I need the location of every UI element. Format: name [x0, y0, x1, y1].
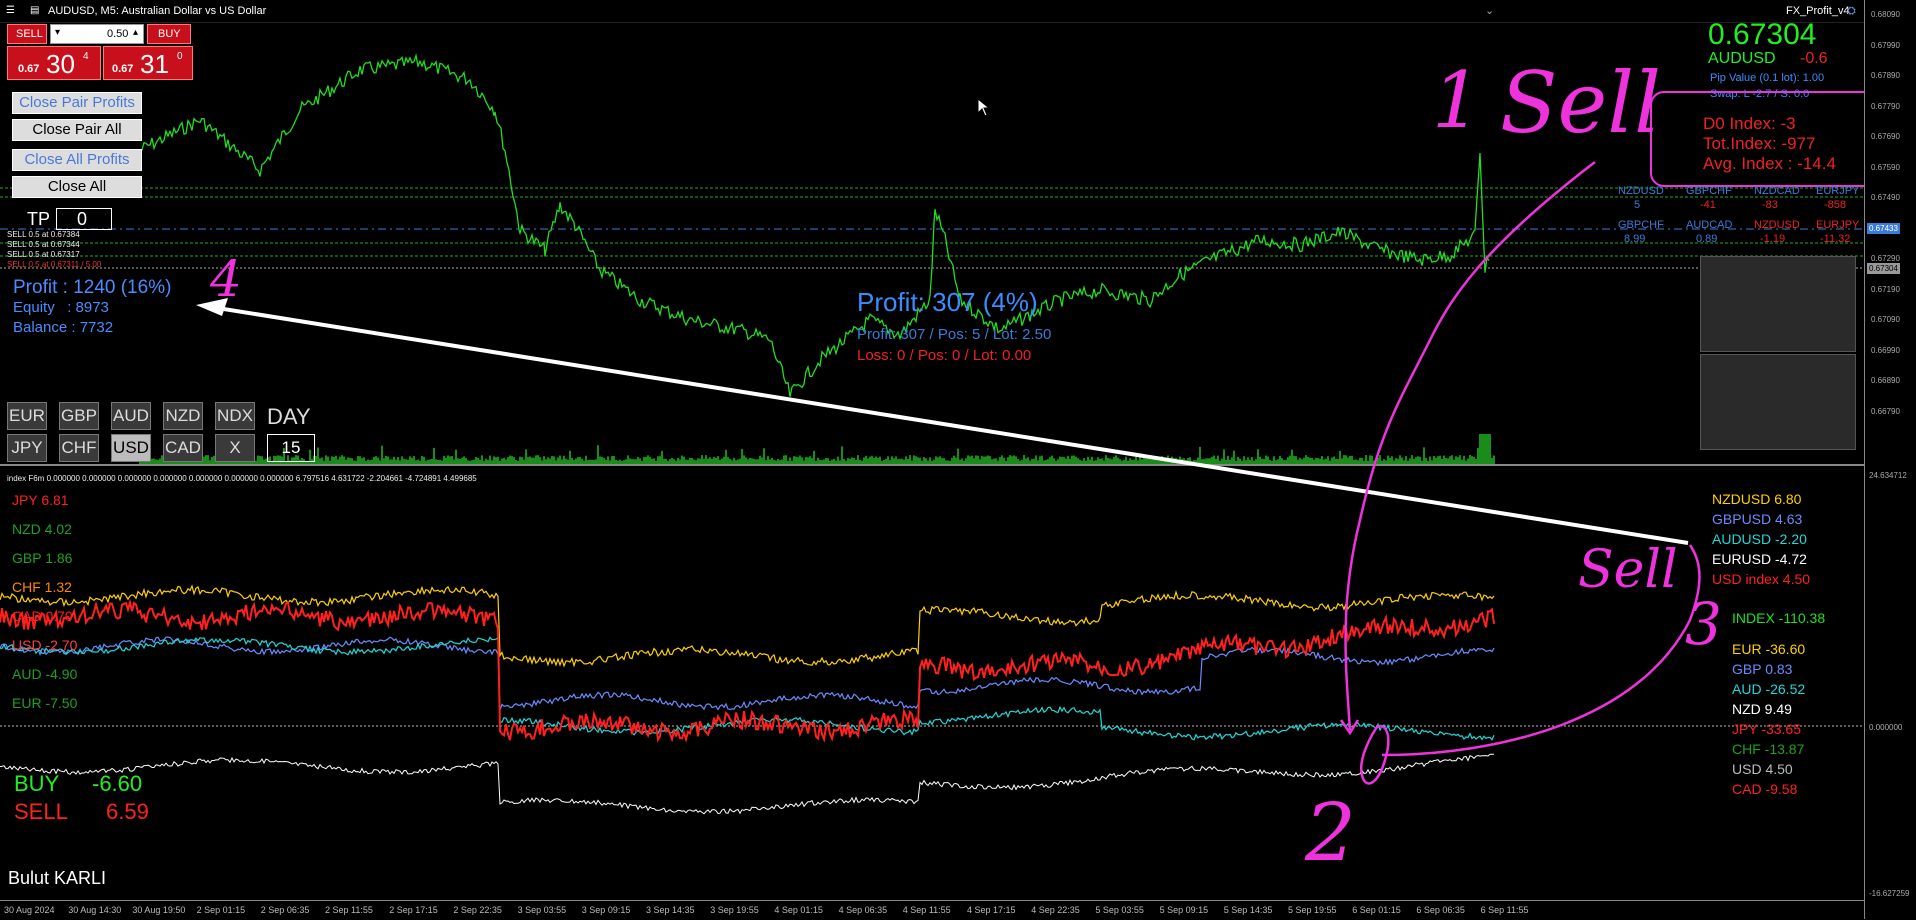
annotation-number-3: 3 [1685, 590, 1722, 658]
time-tick: 3 Sep 09:15 [581, 905, 631, 915]
price-marker-bid: 0.67304 [1867, 263, 1900, 274]
price-tick: 0.67590 [1871, 162, 1900, 172]
price-tick: 0.66990 [1871, 345, 1900, 355]
annotation-sell-2: Sell [1578, 540, 1678, 600]
time-tick: 30 Aug 2024 [4, 905, 55, 915]
time-tick: 5 Sep 09:15 [1159, 905, 1209, 915]
price-tick: 0.67290 [1871, 254, 1900, 263]
price-tick: 0.66790 [1871, 406, 1900, 416]
time-tick: 3 Sep 14:35 [646, 905, 695, 915]
time-tick: 2 Sep 17:15 [389, 905, 438, 915]
time-axis[interactable]: 30 Aug 2024 30 Aug 14:30 30 Aug 19:50 2 Sep… [0, 900, 1864, 920]
time-tick: 2 Sep 22:35 [453, 905, 502, 915]
annotation-sell-1: Sell [1500, 54, 1661, 152]
time-tick: 5 Sep 19:55 [1288, 905, 1337, 915]
time-tick: 2 Sep 06:35 [260, 905, 310, 915]
time-tick: 3 Sep 19:55 [710, 905, 759, 915]
time-tick: 6 Sep 01:15 [1352, 905, 1401, 915]
price-tick: 0.67190 [1871, 284, 1900, 294]
price-axis[interactable]: 0.68090 0.67990 0.67890 0.67790 0.67690 0.675… [1864, 0, 1916, 919]
price-tick: 0.68090 [1871, 10, 1900, 19]
time-tick: 6 Sep 06:35 [1416, 905, 1465, 915]
time-tick: 4 Sep 17:15 [967, 905, 1016, 915]
index-axis-top: 24.634712 [1869, 471, 1907, 480]
price-tick: 0.67090 [1871, 315, 1900, 324]
time-tick: 5 Sep 14:35 [1223, 905, 1273, 915]
time-tick: 2 Sep 11:55 [325, 905, 373, 915]
annotation-number-2: 2 [1305, 786, 1356, 879]
time-tick: 6 Sep 11:55 [1480, 905, 1529, 915]
white-arrow [196, 298, 1689, 545]
price-tick: 0.67690 [1871, 132, 1900, 141]
time-tick: 4 Sep 22:35 [1031, 905, 1080, 915]
time-tick: 2 Sep 01:15 [196, 905, 246, 915]
annotation-number-4: 4 [210, 250, 242, 308]
time-tick: 4 Sep 01:15 [774, 905, 823, 915]
price-tick: 0.67490 [1871, 193, 1900, 202]
time-tick: 4 Sep 11:55 [902, 905, 951, 915]
price-tick: 0.67890 [1871, 71, 1900, 80]
time-tick: 4 Sep 06:35 [838, 905, 888, 915]
time-tick: 30 Aug 19:50 [132, 905, 186, 915]
index-axis-bottom: -16.627259 [1869, 889, 1910, 898]
time-tick: 3 Sep 03:55 [517, 905, 567, 915]
price-tick: 0.67990 [1871, 40, 1900, 50]
time-tick: 30 Aug 14:30 [68, 905, 122, 915]
annotation-number-1: 1 [1432, 56, 1482, 146]
price-marker-line: 0.67433 [1867, 223, 1900, 234]
time-tick: 5 Sep 03:55 [1095, 905, 1144, 915]
index-axis-zero: 0.000000 [1869, 723, 1903, 732]
annotation-curve [1344, 161, 1596, 731]
price-tick: 0.67790 [1871, 101, 1900, 111]
price-tick: 0.66890 [1871, 376, 1900, 385]
